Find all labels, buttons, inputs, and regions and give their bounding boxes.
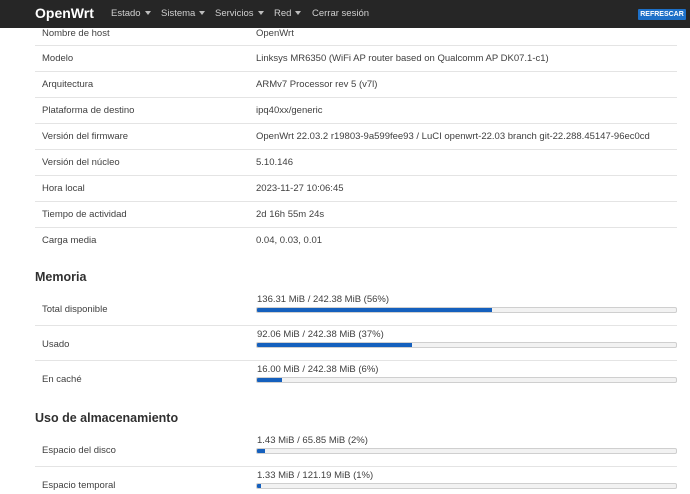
info-value: 2d 16h 55m 24s (256, 209, 325, 220)
info-label: Versión del núcleo (42, 157, 120, 168)
info-value: ipq40xx/generic (256, 105, 323, 116)
info-value: OpenWrt 22.03.2 r19803-9a599fee93 / LuCI… (256, 131, 650, 142)
storage-progress-bar (256, 483, 677, 489)
progress-fill (257, 484, 262, 488)
storage-section-title: Uso de almacenamiento (35, 411, 179, 425)
info-label: Tiempo de actividad (42, 209, 127, 220)
menu-red-label: Red (274, 8, 292, 19)
storage-bar-text: 1.33 MiB / 121.19 MiB (1%) (257, 470, 374, 481)
progress-fill (257, 308, 492, 312)
top-navbar: OpenWrt Estado Sistema Servicios Red Cer… (0, 0, 690, 28)
menu-estado[interactable]: Estado (111, 8, 151, 19)
memory-bar-text: 16.00 MiB / 242.38 MiB (6%) (257, 364, 379, 375)
menu-sistema[interactable]: Sistema (161, 8, 206, 19)
info-value: 5.10.146 (256, 157, 293, 168)
info-row-uptime: Tiempo de actividad 2d 16h 55m 24s (35, 202, 677, 228)
memory-row-cached: En caché 16.00 MiB / 242.38 MiB (6%) (35, 361, 677, 396)
chevron-down-icon (144, 11, 151, 15)
memory-bar-text: 136.31 MiB / 242.38 MiB (56%) (257, 294, 390, 305)
info-row-model: Modelo Linksys MR6350 (WiFi AP router ba… (35, 46, 677, 72)
info-row-target-platform: Plataforma de destino ipq40xx/generic (35, 98, 677, 124)
chevron-down-icon (199, 11, 206, 15)
info-value: Linksys MR6350 (WiFi AP router based on … (256, 53, 549, 64)
memory-section-title: Memoria (35, 270, 87, 284)
chevron-down-icon (257, 11, 264, 15)
storage-bar-text: 1.43 MiB / 65.85 MiB (2%) (257, 435, 368, 446)
info-row-firmware-version: Versión del firmware OpenWrt 22.03.2 r19… (35, 124, 677, 150)
memory-progress-bar (256, 377, 677, 383)
memory-bar-text: 92.06 MiB / 242.38 MiB (37%) (257, 329, 384, 340)
memory-label: Total disponible (42, 304, 108, 315)
menu-servicios-label: Servicios (215, 8, 254, 19)
progress-fill (257, 449, 266, 453)
info-row-hostname: Nombre de host OpenWrt (35, 28, 677, 46)
memory-label: Usado (42, 339, 70, 350)
storage-label: Espacio del disco (42, 445, 116, 456)
info-row-kernel-version: Versión del núcleo 5.10.146 (35, 150, 677, 176)
info-label: Modelo (42, 53, 74, 64)
storage-row-temp: Espacio temporal 1.33 MiB / 121.19 MiB (… (35, 467, 677, 494)
progress-fill (257, 343, 413, 347)
storage-progress-bar (256, 448, 677, 454)
progress-fill (257, 378, 283, 382)
storage-label: Espacio temporal (42, 480, 116, 491)
info-label: Arquitectura (42, 79, 94, 90)
info-label: Versión del firmware (42, 131, 129, 142)
info-label: Nombre de host (42, 28, 110, 39)
storage-row-disk: Espacio del disco 1.43 MiB / 65.85 MiB (… (35, 432, 677, 467)
memory-progress-bar (256, 342, 677, 348)
refresh-button[interactable]: REFRESCAR (638, 9, 686, 20)
info-row-load-average: Carga media 0.04, 0.03, 0.01 (35, 228, 677, 254)
info-label: Hora local (42, 183, 85, 194)
info-value: 2023-11-27 10:06:45 (256, 183, 344, 194)
info-label: Plataforma de destino (42, 105, 135, 116)
memory-label: En caché (42, 374, 82, 385)
memory-row-used: Usado 92.06 MiB / 242.38 MiB (37%) (35, 326, 677, 361)
menu-sistema-label: Sistema (161, 8, 196, 19)
menu-estado-label: Estado (111, 8, 141, 19)
menu-servicios[interactable]: Servicios (215, 8, 264, 19)
chevron-down-icon (295, 11, 302, 15)
brand-logo[interactable]: OpenWrt (35, 5, 94, 21)
info-value: 0.04, 0.03, 0.01 (256, 235, 323, 246)
info-row-architecture: Arquitectura ARMv7 Processor rev 5 (v7l) (35, 72, 677, 98)
info-value: OpenWrt (256, 28, 294, 39)
info-row-local-time: Hora local 2023-11-27 10:06:45 (35, 176, 677, 202)
memory-row-total: Total disponible 136.31 MiB / 242.38 MiB… (35, 291, 677, 326)
logout-link[interactable]: Cerrar sesión (312, 8, 369, 19)
memory-progress-bar (256, 307, 677, 313)
menu-red[interactable]: Red (274, 8, 302, 19)
info-label: Carga media (42, 235, 97, 246)
info-value: ARMv7 Processor rev 5 (v7l) (256, 79, 378, 90)
